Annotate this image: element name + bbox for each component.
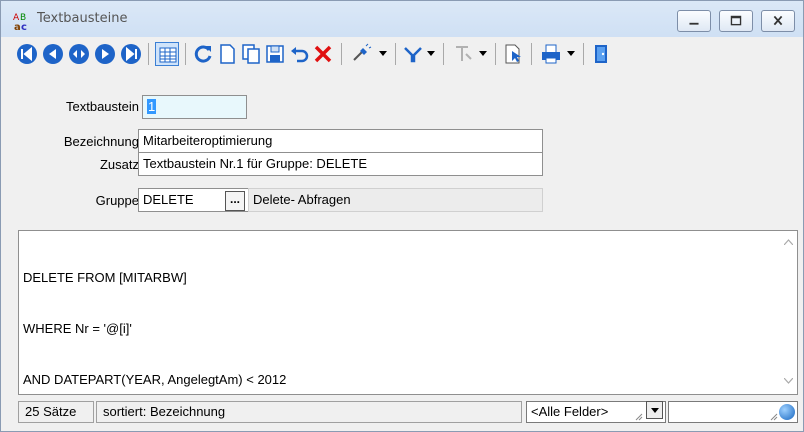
svg-text:a: a: [14, 22, 21, 31]
search-dropdown-arrow[interactable]: [379, 51, 387, 56]
vertical-scrollbar[interactable]: [780, 231, 797, 394]
minimize-button[interactable]: [677, 10, 711, 32]
window-title: Textbausteine: [37, 11, 128, 26]
field-filter-combo[interactable]: <Alle Felder>: [526, 401, 666, 423]
sql-line: AND DATEPART(YEAR, AngelegtAm) < 2012: [23, 372, 287, 387]
text-format-icon[interactable]: [451, 42, 475, 66]
sort-status: sortiert: Bezeichnung: [96, 401, 522, 423]
scroll-up-icon[interactable]: [784, 239, 793, 245]
bezeichnung-field[interactable]: Mitarbeiteroptimierung: [138, 129, 543, 153]
sql-editor[interactable]: DELETE FROM [MITARBW] WHERE Nr = '@[i]' …: [18, 230, 798, 395]
globe-search-icon[interactable]: [779, 404, 795, 420]
search-resize-grip-icon: [770, 413, 778, 421]
status-bar: 25 Sätze sortiert: Bezeichnung <Alle Fel…: [18, 399, 798, 425]
gruppe-label: Gruppe: [95, 193, 139, 208]
sql-code: DELETE FROM [MITARBW] WHERE Nr = '@[i]' …: [23, 235, 286, 422]
scroll-down-icon[interactable]: [784, 378, 793, 384]
toolbar-separator: [341, 43, 342, 65]
close-button[interactable]: [761, 10, 795, 32]
textbaustein-number-value: 1: [147, 99, 157, 114]
exit-icon[interactable]: [589, 42, 613, 66]
combo-resize-grip-icon: [635, 413, 643, 421]
jump-record-icon[interactable]: [67, 42, 91, 66]
previous-record-icon[interactable]: [41, 42, 65, 66]
toolbar-separator: [443, 43, 444, 65]
document-pointer-icon[interactable]: [501, 42, 525, 66]
toolbar-separator: [148, 43, 149, 65]
gruppe-description: Delete- Abfragen: [248, 188, 543, 212]
delete-icon[interactable]: [311, 42, 335, 66]
maximize-button[interactable]: [719, 10, 753, 32]
gruppe-browse-button[interactable]: ...: [225, 191, 245, 211]
toolbar-separator: [395, 43, 396, 65]
table-view-icon[interactable]: [155, 42, 179, 66]
zusatz-field[interactable]: Textbaustein Nr.1 für Gruppe: DELETE: [138, 152, 543, 176]
search-wand-icon[interactable]: [349, 42, 373, 66]
zusatz-label: Zusatz: [99, 157, 139, 172]
first-record-icon[interactable]: [15, 42, 39, 66]
textbaustein-label: Textbaustein: [66, 99, 139, 114]
copy-record-icon[interactable]: [239, 42, 263, 66]
filter-dropdown-arrow[interactable]: [427, 51, 435, 56]
print-dropdown-arrow[interactable]: [567, 51, 575, 56]
title-bar: A B a c Textbausteine: [1, 1, 803, 37]
svg-text:c: c: [21, 22, 27, 31]
last-record-icon[interactable]: [119, 42, 143, 66]
toolbar-separator: [185, 43, 186, 65]
undo-icon[interactable]: [287, 42, 311, 66]
toolbar-separator: [495, 43, 496, 65]
sql-line: WHERE Nr = '@[i]': [23, 321, 132, 336]
textbaustein-number-field[interactable]: 1: [142, 95, 247, 119]
textbausteine-window: A B a c Textbausteine Textbaustein 1 Bez…: [0, 0, 804, 432]
text-module-app-icon: A B a c: [13, 13, 27, 31]
refresh-icon[interactable]: [191, 42, 215, 66]
field-filter-value: <Alle Felder>: [531, 404, 609, 419]
print-icon[interactable]: [539, 42, 563, 66]
toolbar-separator: [583, 43, 584, 65]
bezeichnung-label: Bezeichnung: [63, 134, 139, 149]
save-icon[interactable]: [263, 42, 287, 66]
new-record-icon[interactable]: [215, 42, 239, 66]
toolbar: [1, 37, 803, 70]
format-dropdown-arrow[interactable]: [479, 51, 487, 56]
sql-line: DELETE FROM [MITARBW]: [23, 270, 187, 285]
toolbar-separator: [531, 43, 532, 65]
field-filter-dropdown-button[interactable]: [646, 401, 663, 419]
filter-icon[interactable]: [401, 42, 425, 66]
next-record-icon[interactable]: [93, 42, 117, 66]
record-count: 25 Sätze: [18, 401, 94, 423]
